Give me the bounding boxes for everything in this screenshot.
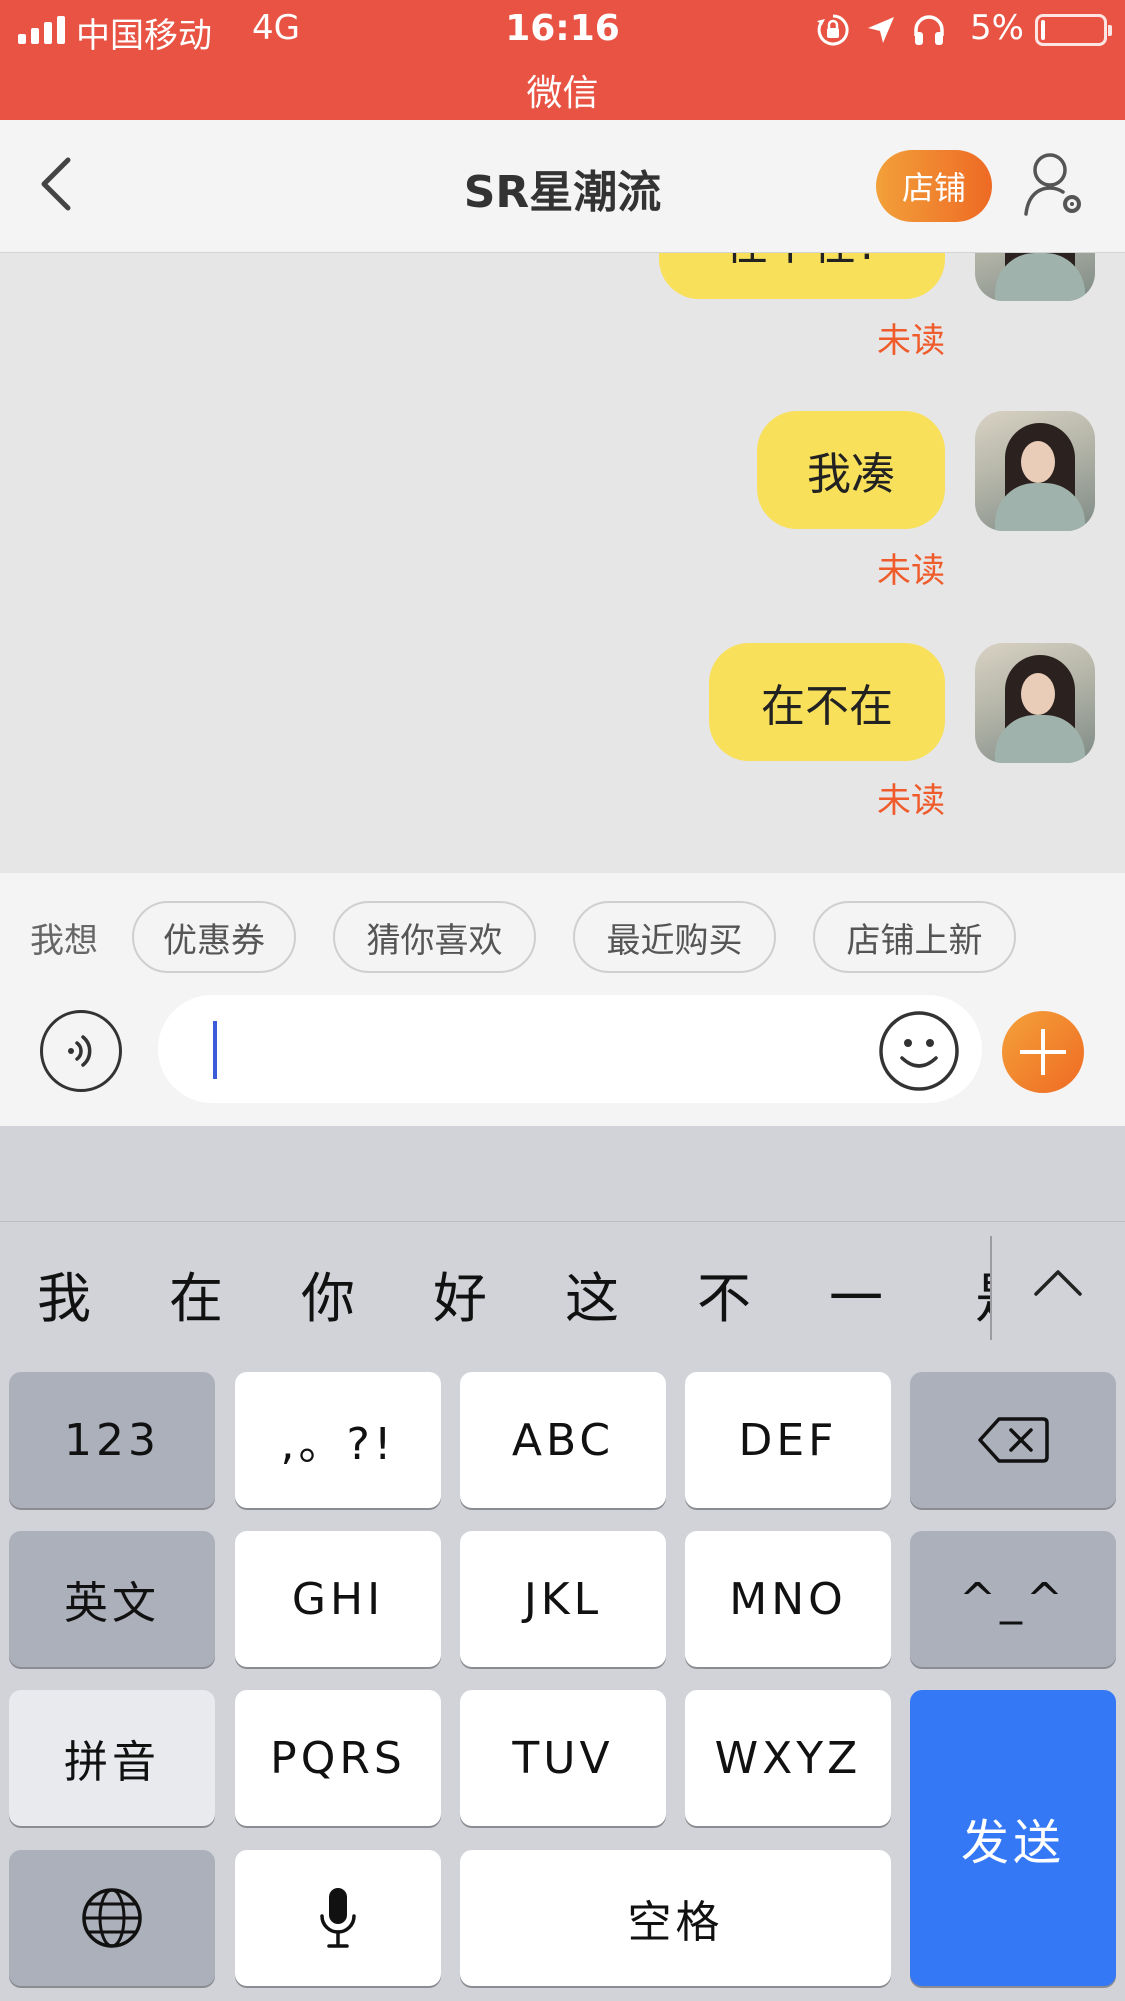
candidate-word[interactable]: 好 xyxy=(420,1254,500,1333)
emoji-icon[interactable] xyxy=(878,1010,960,1092)
key-emoticon[interactable]: ^_^ xyxy=(910,1531,1116,1667)
return-to-app-label[interactable]: 微信 xyxy=(0,64,1125,116)
input-bar xyxy=(0,989,1125,1126)
message-bubble[interactable]: 在不在? xyxy=(659,253,945,299)
shop-button[interactable]: 店铺 xyxy=(876,150,992,222)
voice-input-button[interactable] xyxy=(40,1010,122,1092)
text-caret xyxy=(213,1021,217,1079)
candidate-word[interactable]: 你 xyxy=(288,1254,368,1333)
battery-icon xyxy=(1035,14,1112,46)
status-bar: 中国移动 4G 16:16 微信 5% xyxy=(0,0,1125,120)
microphone-key[interactable] xyxy=(235,1850,441,1986)
message-bubble[interactable]: 在不在 xyxy=(709,643,945,761)
microphone-icon xyxy=(320,1888,356,1948)
key-def[interactable]: DEF xyxy=(685,1372,891,1508)
user-settings-icon[interactable] xyxy=(1022,150,1086,220)
chip-recent-purchases[interactable]: 最近购买 xyxy=(573,901,776,973)
space-key[interactable]: 空格 xyxy=(460,1850,891,1986)
key-abc[interactable]: ABC xyxy=(460,1372,666,1508)
candidate-word[interactable]: 一 xyxy=(816,1254,896,1333)
sound-wave-icon xyxy=(68,1035,92,1067)
location-arrow-icon xyxy=(868,17,894,43)
key-123[interactable]: 123 xyxy=(9,1372,215,1508)
keyboard-top-bar xyxy=(0,1126,1125,1222)
key-mno[interactable]: MNO xyxy=(685,1531,891,1667)
delete-key[interactable] xyxy=(910,1372,1116,1508)
user-avatar[interactable] xyxy=(975,411,1095,531)
key-ghi[interactable]: GHI xyxy=(235,1531,441,1667)
globe-icon xyxy=(82,1888,142,1948)
chip-coupon[interactable]: 优惠券 xyxy=(132,901,296,973)
clock: 16:16 xyxy=(505,8,620,49)
candidate-word[interactable]: 这 xyxy=(552,1254,632,1333)
key-punctuation[interactable]: ,。?! xyxy=(235,1372,441,1508)
message-text: 我凑 xyxy=(807,449,895,500)
key-english[interactable]: 英文 xyxy=(9,1531,215,1667)
candidate-bar: 我 在 你 好 这 不 一 是 xyxy=(0,1222,1125,1352)
key-jkl[interactable]: JKL xyxy=(460,1531,666,1667)
read-status: 未读 xyxy=(877,551,945,591)
candidate-word[interactable]: 我 xyxy=(24,1254,104,1333)
candidate-divider xyxy=(990,1236,992,1340)
message-text: 在不在 xyxy=(761,681,893,732)
battery-percentage: 5% xyxy=(970,8,1024,48)
nav-bar: SR星潮流 店铺 xyxy=(0,120,1125,253)
battery-level xyxy=(1041,20,1045,40)
chip-recommended[interactable]: 猜你喜欢 xyxy=(333,901,536,973)
message-input[interactable] xyxy=(158,995,982,1103)
key-pinyin[interactable]: 拼音 xyxy=(9,1690,215,1826)
headphones-icon xyxy=(914,15,944,45)
chat-messages: 在不在? 未读 我凑 未读 在不在 未读 xyxy=(0,253,1125,873)
read-status: 未读 xyxy=(877,321,945,361)
user-avatar[interactable] xyxy=(975,253,1095,301)
candidate-word[interactable]: 不 xyxy=(684,1254,764,1333)
message-text: 在不在? xyxy=(724,253,879,272)
key-tuv[interactable]: TUV xyxy=(460,1690,666,1826)
globe-key[interactable] xyxy=(9,1850,215,1986)
chevron-up-icon[interactable] xyxy=(1030,1262,1086,1302)
message-bubble[interactable]: 我凑 xyxy=(757,411,945,529)
send-button[interactable]: 发送 xyxy=(910,1690,1116,1986)
system-icons xyxy=(815,12,947,48)
key-pqrs[interactable]: PQRS xyxy=(235,1690,441,1826)
user-avatar[interactable] xyxy=(975,643,1095,763)
quick-reply-bar: 我想 优惠券 猜你喜欢 最近购买 店铺上新 xyxy=(0,873,1125,989)
candidate-word[interactable]: 在 xyxy=(156,1254,236,1333)
delete-backspace-icon xyxy=(978,1417,1049,1463)
candidate-word[interactable]: 是 xyxy=(962,1254,990,1333)
keyboard: 我 在 你 好 这 不 一 是 123 ,。?! ABC DEF 英文 GHI … xyxy=(0,1126,1125,2001)
more-options-plus-icon[interactable] xyxy=(1002,1011,1084,1093)
quick-reply-label: 我想 xyxy=(30,921,98,961)
key-wxyz[interactable]: WXYZ xyxy=(685,1690,891,1826)
chip-new-arrivals[interactable]: 店铺上新 xyxy=(813,901,1016,973)
read-status: 未读 xyxy=(877,781,945,821)
orientation-lock-icon xyxy=(817,14,849,46)
